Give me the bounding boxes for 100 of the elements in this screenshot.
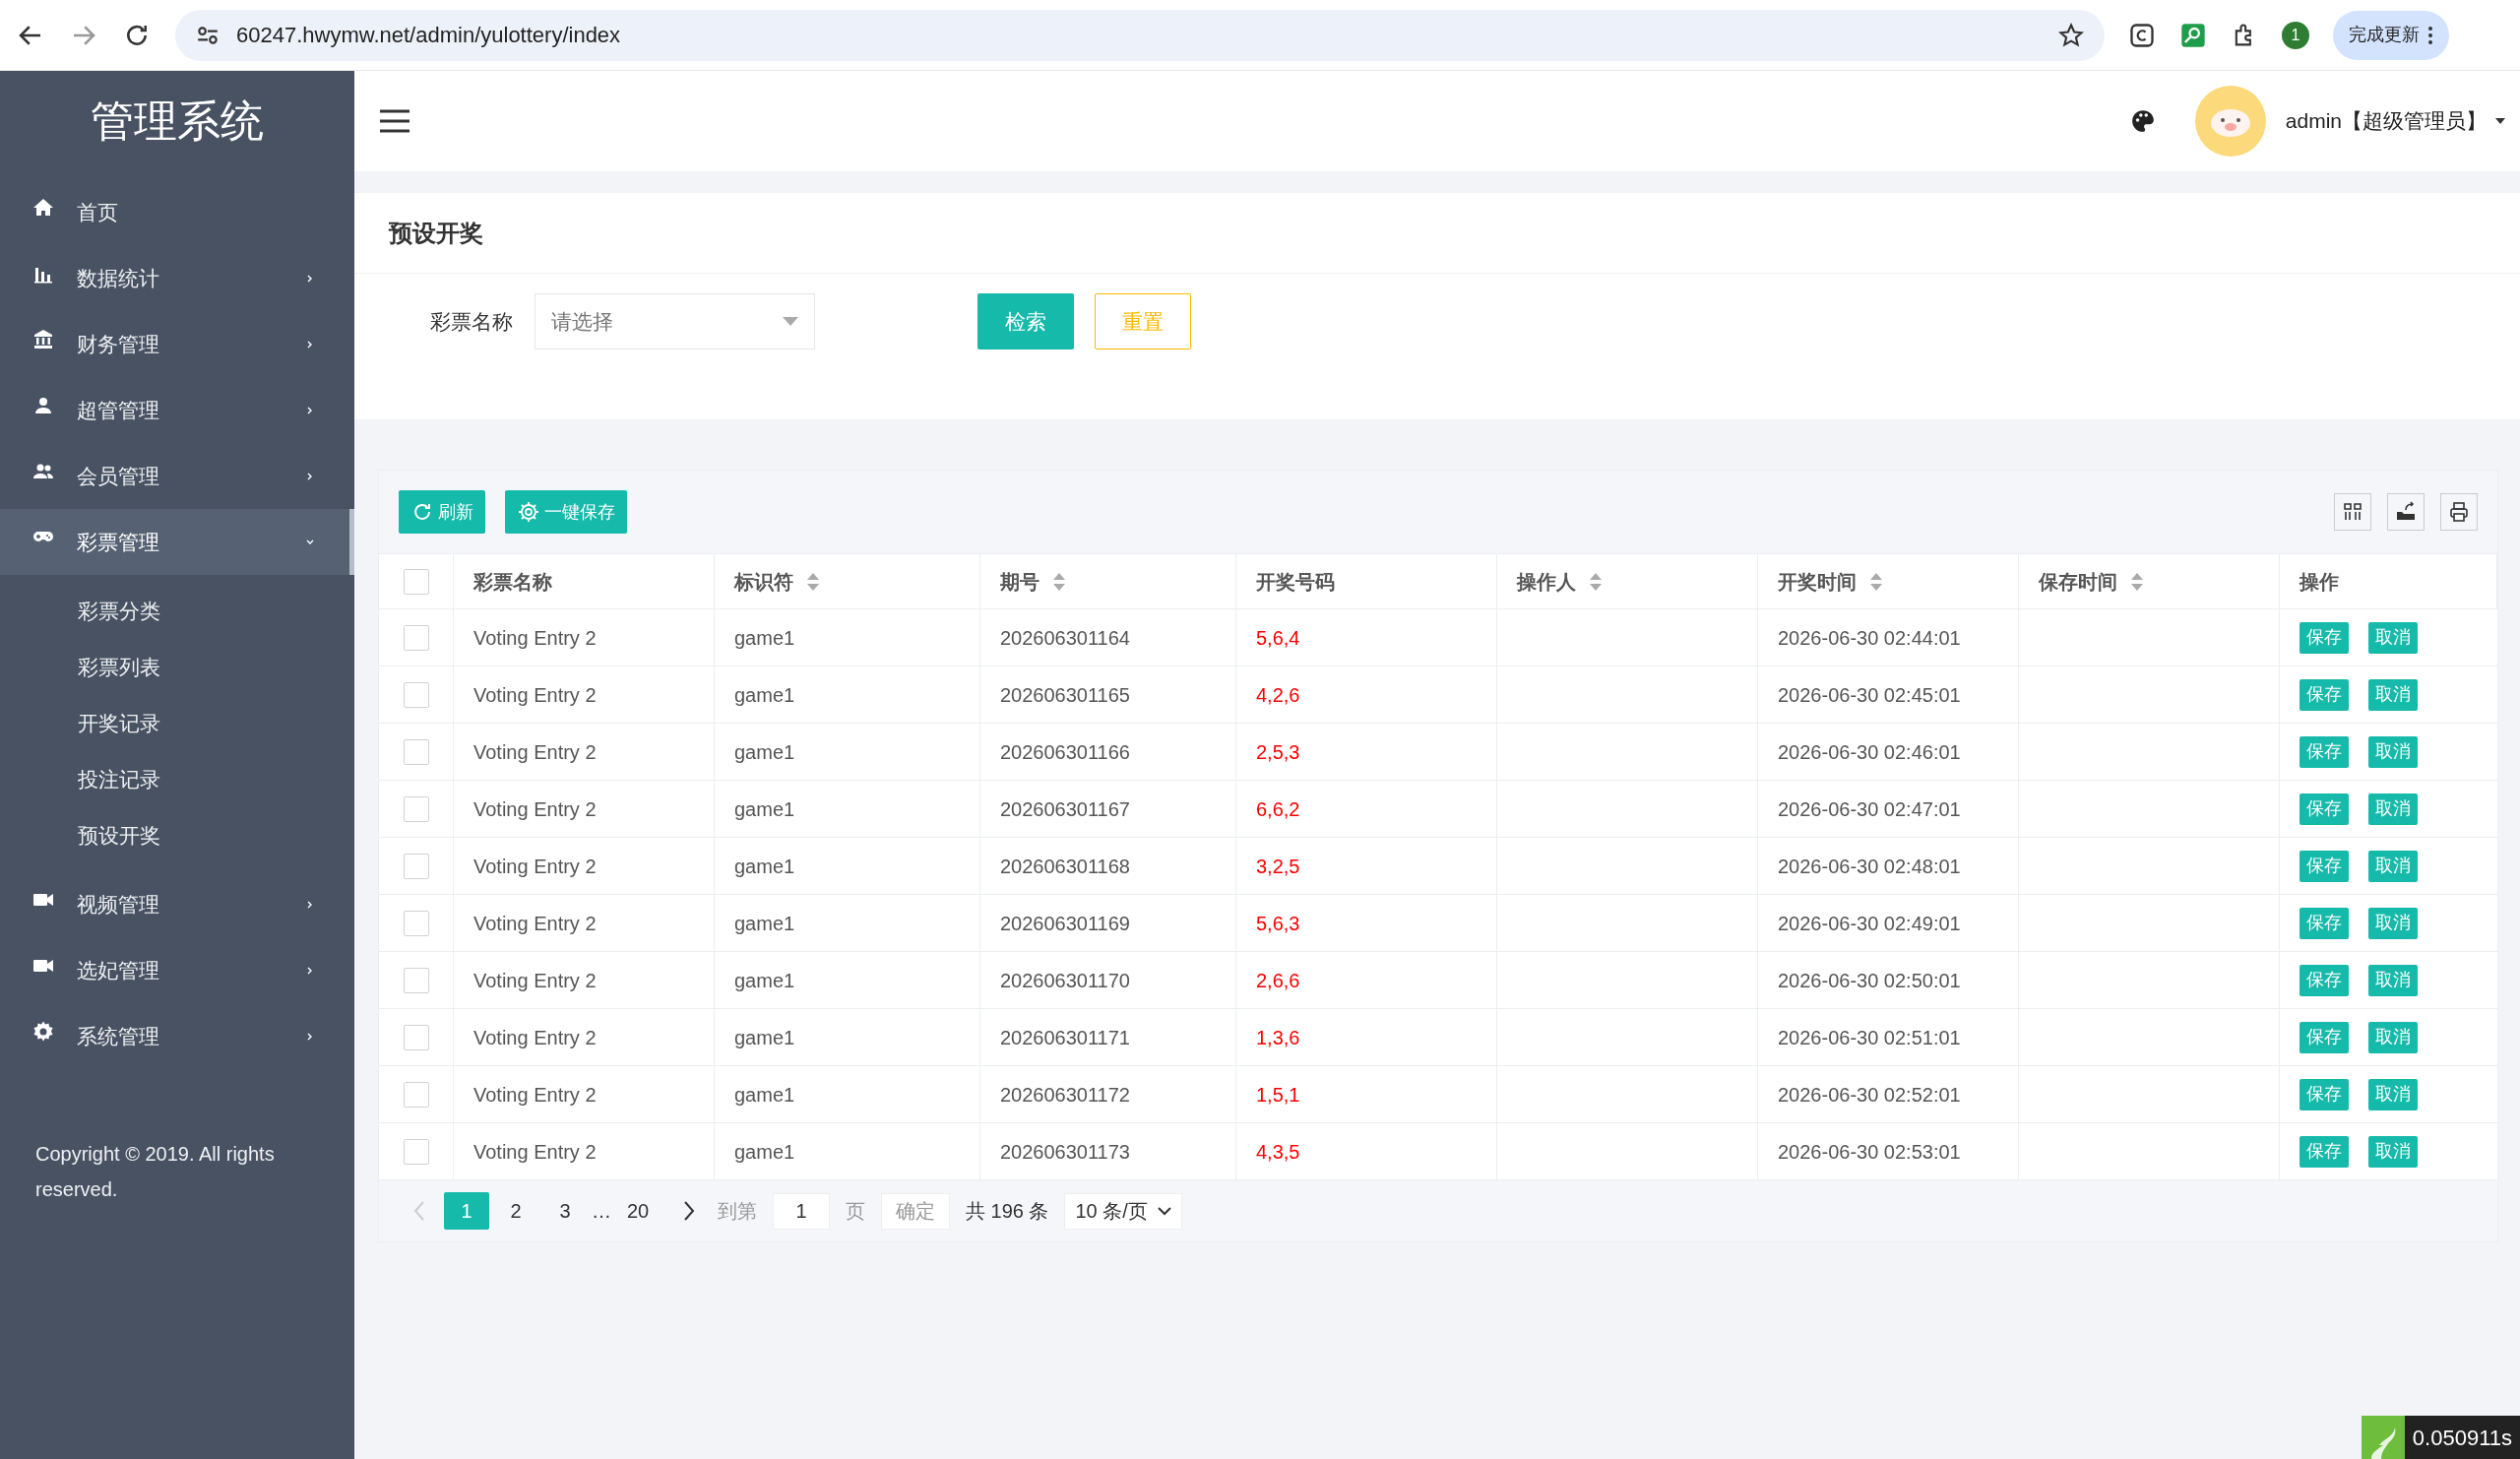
table-cell-text: 2026-06-30 02:51:01 [1778, 1025, 1961, 1050]
reset-button[interactable]: 重置 [1095, 293, 1191, 349]
address-bar[interactable]: 60247.hwymw.net/admin/yulottery/index [175, 9, 2105, 61]
submenu-item[interactable]: 投注记录 [0, 751, 354, 807]
submenu-item[interactable]: 开奖记录 [0, 695, 354, 751]
next-page-icon[interactable] [682, 1200, 696, 1222]
print-button[interactable] [2440, 493, 2478, 531]
save-button[interactable]: 保存 [2300, 735, 2349, 768]
row-checkbox[interactable] [403, 1081, 429, 1108]
cancel-button[interactable]: 取消 [2368, 1078, 2418, 1110]
sort-icon[interactable] [807, 572, 819, 591]
row-checkbox[interactable] [403, 738, 429, 765]
row-checkbox[interactable] [403, 853, 429, 879]
table-cell-text: 2026-06-30 02:48:01 [1778, 854, 1961, 879]
cancel-button[interactable]: 取消 [2368, 735, 2418, 768]
table-cell-text: 2026-06-30 02:47:01 [1778, 796, 1961, 822]
table-cell-text: 2026-06-30 02:50:01 [1778, 968, 1961, 993]
menu-item[interactable]: 财务管理 [0, 311, 354, 377]
menu-item[interactable]: 会员管理 [0, 443, 354, 509]
row-checkbox[interactable] [403, 795, 429, 822]
column-header: 开奖号码 [1256, 569, 1335, 595]
sort-icon[interactable] [2131, 572, 2143, 591]
cancel-button[interactable]: 取消 [2368, 1135, 2418, 1168]
page-button[interactable]: 20 [615, 1192, 661, 1230]
page-input[interactable]: 1 [773, 1192, 830, 1230]
cancel-button[interactable]: 取消 [2368, 907, 2418, 939]
refresh-button[interactable]: 刷新 [399, 490, 485, 534]
previous-page-icon[interactable] [412, 1200, 426, 1222]
save-button[interactable]: 保存 [2300, 793, 2349, 825]
goto-label: 到第 [718, 1199, 757, 1224]
cancel-button[interactable]: 取消 [2368, 1021, 2418, 1053]
confirm-button[interactable]: 确定 [881, 1192, 950, 1230]
table-cell-text: 202606301172 [1000, 1082, 1130, 1108]
row-checkbox[interactable] [403, 681, 429, 708]
table-cell-text: 202606301165 [1000, 682, 1130, 708]
page-button[interactable]: 1 [444, 1192, 489, 1230]
table-cell-text: 2026-06-30 02:45:01 [1778, 682, 1961, 708]
select-all-checkbox[interactable] [403, 568, 429, 595]
menu-item[interactable]: 彩票管理 [0, 509, 354, 575]
save-button[interactable]: 保存 [2300, 621, 2349, 654]
palette-icon[interactable] [2129, 108, 2156, 134]
avatar-icon[interactable] [2194, 86, 2266, 157]
chevron-down-icon [1157, 1206, 1171, 1216]
copyright-text: Copyright © 2019. All rights reserved. [34, 1142, 276, 1202]
table-cell-text: 2,5,3 [1256, 739, 1300, 765]
table-cell-text: 202606301170 [1000, 968, 1130, 993]
sort-icon[interactable] [1870, 572, 1882, 591]
save-button[interactable]: 保存 [2300, 1135, 2349, 1168]
table-cell-text: 2026-06-30 02:46:01 [1778, 739, 1961, 765]
cancel-button[interactable]: 取消 [2368, 964, 2418, 996]
save-button[interactable]: 保存 [2300, 1078, 2349, 1110]
row-checkbox[interactable] [403, 1024, 429, 1050]
table-cell-text: Voting Entry 2 [473, 911, 597, 936]
save-button[interactable]: 保存 [2300, 964, 2349, 996]
table-cell-text: game1 [734, 854, 795, 879]
table-cell-text: 2026-06-30 02:44:01 [1778, 625, 1961, 651]
submenu-item[interactable]: 彩票列表 [0, 639, 354, 695]
user-menu[interactable]: admin【超级管理员】 [2285, 105, 2487, 137]
sort-icon[interactable] [1590, 572, 1602, 591]
row-checkbox[interactable] [403, 1138, 429, 1165]
menu-icon[interactable] [378, 108, 411, 134]
columns-button[interactable] [2334, 493, 2371, 531]
menu-item[interactable]: 视频管理 [0, 871, 354, 937]
page-size-select[interactable]: 10 条/页 [1064, 1192, 1182, 1230]
extension-icon[interactable] [2128, 21, 2156, 49]
save-button[interactable]: 保存 [2300, 907, 2349, 939]
submenu-item[interactable]: 彩票分类 [0, 583, 354, 639]
bookmark-star-icon[interactable] [2057, 21, 2085, 49]
field-label: 彩票名称 [430, 309, 513, 335]
page-button[interactable]: 2 [493, 1192, 538, 1230]
export-button[interactable] [2387, 493, 2425, 531]
row-checkbox[interactable] [403, 967, 429, 993]
page-button[interactable]: 3 [542, 1192, 588, 1230]
caret-icon[interactable] [2494, 117, 2506, 125]
menu-item[interactable]: 数据统计 [0, 245, 354, 311]
save-button[interactable]: 保存 [2300, 678, 2349, 711]
save-all-button[interactable]: 一键保存 [505, 490, 627, 534]
table-cell-text: 2026-06-30 02:52:01 [1778, 1082, 1961, 1108]
flame-logo-icon [2361, 1416, 2405, 1459]
cancel-button[interactable]: 取消 [2368, 850, 2418, 882]
lottery-select[interactable]: 请选择 [535, 293, 815, 349]
menu-item[interactable]: 系统管理 [0, 1003, 354, 1069]
save-button[interactable]: 保存 [2300, 1021, 2349, 1053]
table-cell-text: game1 [734, 739, 795, 765]
cancel-button[interactable]: 取消 [2368, 678, 2418, 711]
row-checkbox[interactable] [403, 624, 429, 651]
profile-avatar[interactable]: 1 [2282, 21, 2309, 49]
save-button[interactable]: 保存 [2300, 850, 2349, 882]
update-button[interactable]: 完成更新 [2333, 10, 2449, 60]
sort-icon[interactable] [1053, 572, 1065, 591]
menu-item[interactable]: 选妃管理 [0, 937, 354, 1003]
search-button[interactable]: 检索 [977, 293, 1074, 349]
table-cell-text: Voting Entry 2 [473, 625, 597, 651]
menu-item[interactable]: 超管管理 [0, 377, 354, 443]
url-text: 60247.hwymw.net/admin/yulottery/index [236, 22, 622, 49]
submenu-item[interactable]: 预设开奖 [0, 807, 354, 863]
menu-item[interactable]: 首页 [0, 179, 354, 245]
cancel-button[interactable]: 取消 [2368, 621, 2418, 654]
row-checkbox[interactable] [403, 910, 429, 936]
cancel-button[interactable]: 取消 [2368, 793, 2418, 825]
